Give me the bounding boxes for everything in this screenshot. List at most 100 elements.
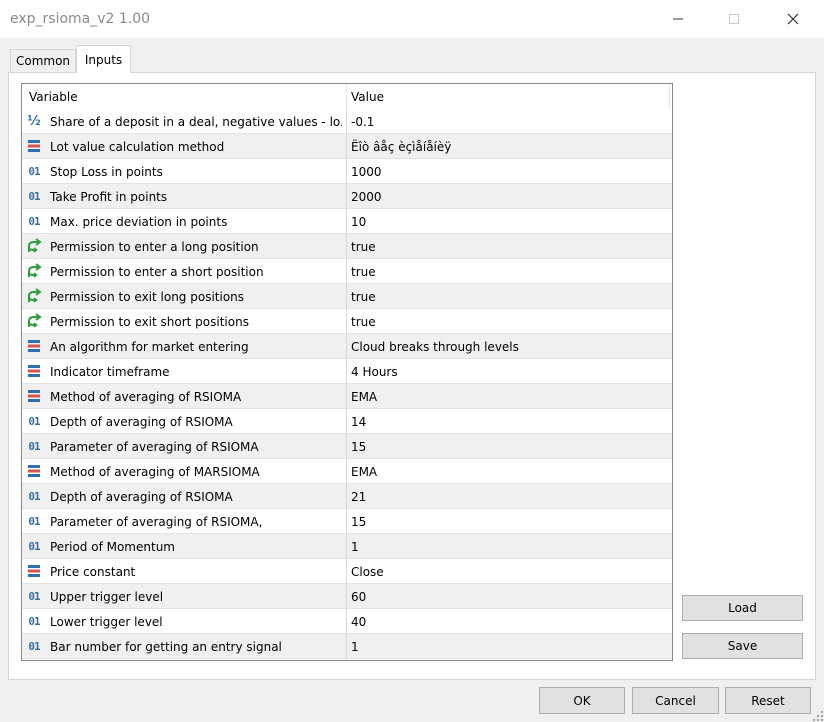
save-button[interactable]: Save [682, 633, 803, 659]
close-icon [787, 13, 799, 25]
cancel-button[interactable]: Cancel [632, 687, 719, 714]
parameter-value[interactable]: 4 Hours [351, 365, 398, 379]
resize-grip-icon[interactable] [812, 710, 824, 722]
parameter-name: Permission to enter a short position [50, 265, 264, 279]
parameter-value[interactable]: 15 [351, 440, 366, 454]
cell-divider [346, 309, 347, 334]
table-row[interactable]: Permission to exit long positions true [22, 284, 672, 309]
table-row[interactable]: 01 Depth of averaging of RSIOMA 21 [22, 484, 672, 509]
cell-divider [346, 284, 347, 309]
table-row[interactable]: Method of averaging of MARSIOMA EMA [22, 459, 672, 484]
tab-common[interactable]: Common [10, 49, 76, 72]
cell-divider [346, 484, 347, 509]
table-row[interactable]: 01 Period of Momentum 1 [22, 534, 672, 559]
parameter-name: Lot value calculation method [50, 140, 225, 154]
parameter-name: Permission to exit short positions [50, 315, 249, 329]
table-row[interactable]: An algorithm for market entering Cloud br… [22, 334, 672, 359]
table-row[interactable]: 01 Parameter of averaging of RSIOMA, 15 [22, 509, 672, 534]
inputs-grid: Variable Value ½ Share of a deposit in a … [21, 83, 673, 661]
minimize-button[interactable] [655, 0, 701, 38]
value-column-header[interactable]: Value [351, 90, 384, 104]
parameter-value[interactable]: 1 [351, 640, 359, 654]
parameter-value[interactable]: Ëîò âåç èçìåíåíèÿ [351, 140, 451, 154]
parameter-name: Period of Momentum [50, 540, 175, 554]
parameter-value[interactable]: 14 [351, 415, 366, 429]
integer-icon: 01 [28, 214, 40, 228]
cell-divider [346, 259, 347, 284]
cell-divider [346, 509, 347, 534]
table-row[interactable]: Permission to enter a short position true [22, 259, 672, 284]
parameter-value[interactable]: 15 [351, 515, 366, 529]
parameter-value[interactable]: Close [351, 565, 384, 579]
enum-icon [26, 363, 42, 379]
ok-button[interactable]: OK [539, 687, 625, 714]
cell-divider [346, 134, 347, 159]
cell-divider [346, 459, 347, 484]
parameter-value[interactable]: true [351, 240, 376, 254]
cell-divider [346, 609, 347, 634]
table-row[interactable]: 01 Bar number for getting an entry signal… [22, 634, 672, 659]
title-bar: exp_rsioma_v2 1.00 [0, 0, 824, 38]
tab-inputs[interactable]: Inputs [76, 45, 131, 73]
parameter-value[interactable]: 60 [351, 590, 366, 604]
table-row[interactable]: Lot value calculation method Ëîò âåç èçìå… [22, 134, 672, 159]
table-row[interactable]: 01 Parameter of averaging of RSIOMA 15 [22, 434, 672, 459]
parameter-name: Stop Loss in points [50, 165, 163, 179]
table-row[interactable]: 01 Lower trigger level 40 [22, 609, 672, 634]
table-row[interactable]: 01 Max. price deviation in points 10 [22, 209, 672, 234]
table-row[interactable]: 01 Take Profit in points 2000 [22, 184, 672, 209]
column-divider[interactable] [346, 84, 347, 109]
parameter-value[interactable]: -0.1 [351, 115, 374, 129]
integer-icon: 01 [28, 414, 40, 428]
parameter-name: Max. price deviation in points [50, 215, 228, 229]
cell-divider [346, 184, 347, 209]
load-button[interactable]: Load [682, 595, 803, 621]
parameter-value[interactable]: Cloud breaks through levels [351, 340, 519, 354]
parameter-value[interactable]: EMA [351, 390, 377, 404]
parameter-name: An algorithm for market entering [50, 340, 249, 354]
table-row[interactable]: ½ Share of a deposit in a deal, negative … [22, 109, 672, 134]
table-row[interactable]: Permission to exit short positions true [22, 309, 672, 334]
integer-icon: 01 [28, 164, 40, 178]
integer-icon: 01 [28, 539, 40, 553]
parameter-value[interactable]: 1 [351, 540, 359, 554]
table-row[interactable]: Price constant Close [22, 559, 672, 584]
table-row[interactable]: Method of averaging of RSIOMA EMA [22, 384, 672, 409]
parameter-name: Parameter of averaging of RSIOMA [50, 440, 259, 454]
parameter-name: Permission to exit long positions [50, 290, 245, 304]
parameter-value[interactable]: 1000 [351, 165, 382, 179]
enum-icon [26, 463, 42, 479]
cell-divider [346, 384, 347, 409]
parameter-name: Share of a deposit in a deal, negative v… [50, 115, 342, 129]
table-row[interactable]: 01 Depth of averaging of RSIOMA 14 [22, 409, 672, 434]
bool-icon [26, 313, 42, 329]
cell-divider [346, 334, 347, 359]
parameter-value[interactable]: 40 [351, 615, 366, 629]
table-row[interactable]: Indicator timeframe 4 Hours [22, 359, 672, 384]
close-button[interactable] [770, 0, 816, 38]
integer-icon: 01 [28, 439, 40, 453]
parameter-name: Permission to enter a long position [50, 240, 259, 254]
cell-divider [346, 534, 347, 559]
table-row[interactable]: 01 Upper trigger level 60 [22, 584, 672, 609]
variable-column-header[interactable]: Variable [29, 90, 78, 104]
table-row[interactable]: 01 Stop Loss in points 1000 [22, 159, 672, 184]
parameter-name: Parameter of averaging of RSIOMA, [50, 515, 263, 529]
enum-icon [26, 138, 42, 154]
parameter-value[interactable]: 2000 [351, 190, 382, 204]
parameter-value[interactable]: EMA [351, 465, 377, 479]
parameter-name: Method of averaging of MARSIOMA [50, 465, 260, 479]
parameter-value[interactable]: true [351, 315, 376, 329]
fraction-icon: ½ [27, 113, 41, 129]
integer-icon: 01 [28, 489, 40, 503]
table-row[interactable]: Permission to enter a long position true [22, 234, 672, 259]
parameter-value[interactable]: true [351, 290, 376, 304]
cell-divider [346, 634, 347, 659]
reset-button[interactable]: Reset [725, 687, 811, 714]
parameter-value[interactable]: true [351, 265, 376, 279]
parameter-value[interactable]: 10 [351, 215, 366, 229]
enum-icon [26, 563, 42, 579]
cell-divider [346, 409, 347, 434]
parameter-value[interactable]: 21 [351, 490, 366, 504]
parameter-name: Indicator timeframe [50, 365, 170, 379]
